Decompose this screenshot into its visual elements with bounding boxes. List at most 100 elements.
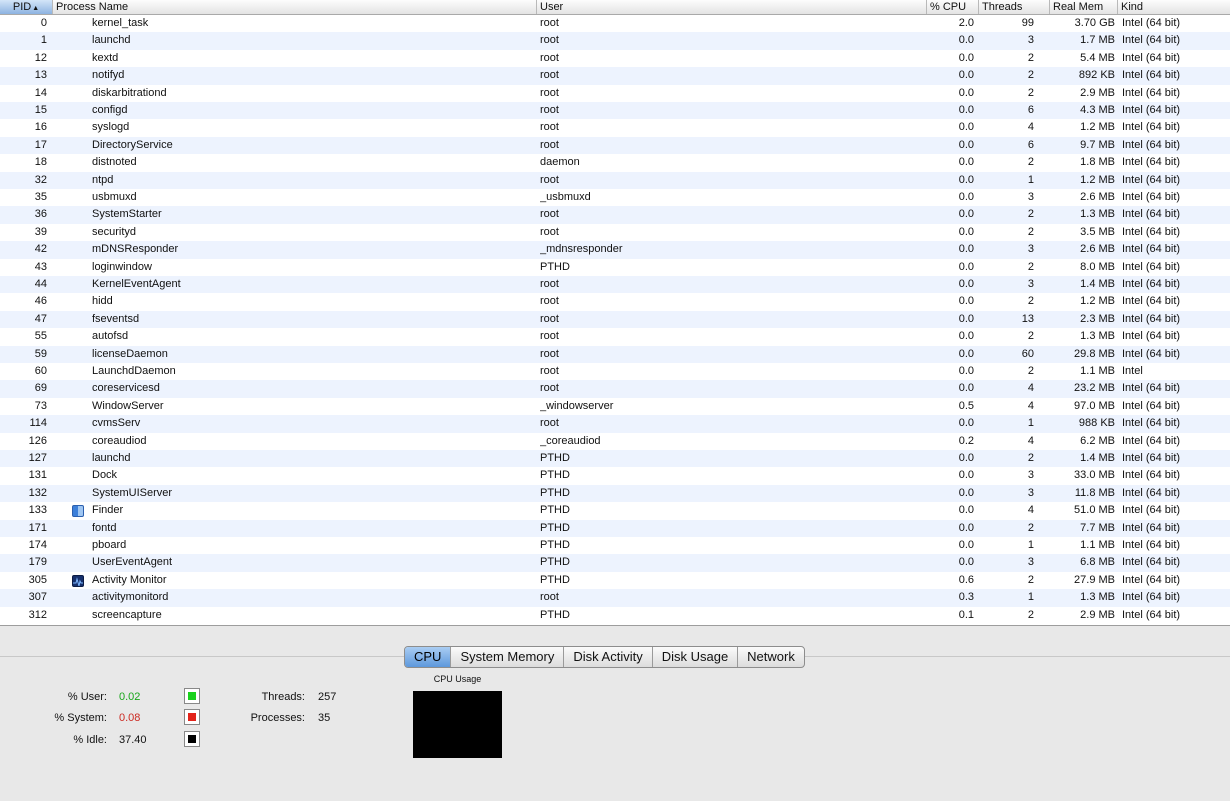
table-row[interactable]: 39 securityd root 0.0 2 3.5 MB Intel (64 bit) <box>0 224 1230 241</box>
cell-threads: 2 <box>1027 330 1034 343</box>
cell-pid: 39 <box>34 225 47 238</box>
tab-cpu[interactable]: CPU <box>405 647 452 667</box>
table-row[interactable]: 44 KernelEventAgent root 0.0 3 1.4 MB Intel (6… <box>0 276 1230 294</box>
cell-pid: 44 <box>34 278 47 290</box>
tab-network[interactable]: Network <box>738 647 804 667</box>
cell-cpu: 0.0 <box>958 539 974 551</box>
table-row[interactable]: 43 loginwindow PTHD 0.0 2 8.0 MB Intel (64 bit… <box>0 259 1230 276</box>
cell-real-mem: 2.6 MB <box>1080 243 1115 256</box>
cell-real-mem: 33.0 MB <box>1074 469 1115 482</box>
cell-kind: Intel (64 bit) <box>1122 608 1181 621</box>
cell-threads: 6 <box>1027 138 1034 151</box>
table-row[interactable]: 127 launchd PTHD 0.0 2 1.4 MB Intel (64 bit) <box>0 450 1230 468</box>
table-row[interactable]: 60 LaunchdDaemon root 0.0 2 1.1 MB Intel <box>0 363 1230 380</box>
table-row[interactable]: 36 SystemStarter root 0.0 2 1.3 MB Intel (64 b… <box>0 206 1230 224</box>
system-value: 0.08 <box>119 712 141 724</box>
cell-threads: 99 <box>1021 17 1034 29</box>
column-header-pid-label: PID <box>12 1 32 13</box>
table-row[interactable]: 17 DirectoryService root 0.0 6 9.7 MB Intel (6… <box>0 136 1230 155</box>
cell-pid: 55 <box>34 330 47 343</box>
table-row[interactable]: 59 licenseDaemon root 0.0 60 29.8 MB Intel (64… <box>0 345 1230 363</box>
cell-pid: 179 <box>28 556 47 569</box>
column-header-real-mem[interactable]: Real Mem <box>1050 0 1118 14</box>
tab-disk-usage[interactable]: Disk Usage <box>653 647 739 667</box>
cell-real-mem: 8.0 MB <box>1080 260 1115 273</box>
user-color-swatch[interactable] <box>184 688 200 704</box>
table-row[interactable]: 0 kernel_task root 2.0 99 3.70 GB Intel (64 bi… <box>0 15 1230 32</box>
table-row[interactable]: 307 activitymonitord root 0.3 1 1.3 MB Intel (… <box>0 589 1230 607</box>
cell-process-name: screencapture <box>92 608 162 621</box>
cell-process-name: distnoted <box>92 156 137 169</box>
cell-process-name: loginwindow <box>92 260 152 273</box>
table-row[interactable]: 174 pboard PTHD 0.0 1 1.1 MB Intel (64 bit) <box>0 537 1230 554</box>
cell-process-name: hidd <box>92 295 113 308</box>
tab-system-memory[interactable]: System Memory <box>451 647 565 667</box>
cell-kind: Intel (64 bit) <box>1122 591 1181 604</box>
cell-cpu: 2.0 <box>958 17 974 29</box>
table-row[interactable]: 46 hidd root 0.0 2 1.2 MB Intel (64 bit) <box>0 293 1230 310</box>
table-row[interactable]: 16 syslogd root 0.0 4 1.2 MB Intel (64 bit) <box>0 119 1230 136</box>
table-row[interactable]: 312 screencapture PTHD 0.1 2 2.9 MB Intel (64 … <box>0 607 1230 624</box>
system-label: % System: <box>54 712 107 724</box>
column-header-user[interactable]: User <box>537 0 927 14</box>
cell-user: PTHD <box>540 539 570 551</box>
table-row[interactable]: 133 Finder PTHD 0.0 4 51.0 MB Intel (64 bit) <box>0 502 1230 519</box>
cell-kind: Intel (64 bit) <box>1122 347 1181 360</box>
cell-kind: Intel (64 bit) <box>1122 225 1181 238</box>
table-row[interactable]: 42 mDNSResponder _mdnsresponder 0.0 3 2.6 MB I… <box>0 241 1230 259</box>
cell-pid: 47 <box>34 312 47 325</box>
activity-monitor-icon-cell <box>70 572 86 589</box>
table-row[interactable]: 114 cvmsServ root 0.0 1 988 KB Intel (64 bit) <box>0 415 1230 433</box>
cell-real-mem: 1.2 MB <box>1080 173 1115 186</box>
cell-threads: 1 <box>1027 173 1034 186</box>
column-header-threads[interactable]: Threads <box>979 0 1050 14</box>
cell-process-name: usbmuxd <box>92 191 137 203</box>
cell-process-name: activitymonitord <box>92 591 169 604</box>
cell-kind: Intel (64 bit) <box>1122 278 1181 290</box>
cell-process-name: mDNSResponder <box>92 243 179 256</box>
cell-real-mem: 2.9 MB <box>1080 608 1115 621</box>
table-row[interactable]: 126 coreaudiod _coreaudiod 0.2 4 6.2 MB Intel … <box>0 433 1230 450</box>
table-row[interactable]: 47 fseventsd root 0.0 13 2.3 MB Intel (64 bit) <box>0 310 1230 329</box>
cell-kind: Intel (64 bit) <box>1122 243 1181 256</box>
cell-pid: 127 <box>28 452 47 464</box>
cell-process-name: LaunchdDaemon <box>92 365 176 377</box>
table-row[interactable]: 55 autofsd root 0.0 2 1.3 MB Intel (64 bit) <box>0 328 1230 345</box>
column-header-pid[interactable]: PID▲ <box>0 0 53 14</box>
idle-color-swatch[interactable] <box>184 731 200 747</box>
table-row[interactable]: 69 coreservicesd root 0.0 4 23.2 MB Intel (64 … <box>0 380 1230 398</box>
table-row[interactable]: 179 UserEventAgent PTHD 0.0 3 6.8 MB Intel (64… <box>0 554 1230 572</box>
sort-ascending-icon: ▲ <box>32 5 40 12</box>
cell-pid: 59 <box>34 347 47 360</box>
table-row[interactable]: 132 SystemUIServer PTHD 0.0 3 11.8 MB Intel (6… <box>0 484 1230 503</box>
processes-label: Processes: <box>250 712 305 724</box>
table-row[interactable]: 14 diskarbitrationd root 0.0 2 2.9 MB Intel (6… <box>0 85 1230 102</box>
cell-cpu: 0.0 <box>958 382 974 395</box>
cell-pid: 305 <box>28 573 47 586</box>
column-header-process-name[interactable]: Process Name <box>53 0 537 14</box>
cell-pid: 174 <box>28 539 47 551</box>
cell-kind: Intel (64 bit) <box>1122 556 1181 569</box>
cell-pid: 13 <box>34 69 47 82</box>
table-row[interactable]: 32 ntpd root 0.0 1 1.2 MB Intel (64 bit) <box>0 171 1230 189</box>
system-color-swatch[interactable] <box>184 709 200 725</box>
table-row[interactable]: 171 fontd PTHD 0.0 2 7.7 MB Intel (64 bit) <box>0 519 1230 537</box>
processes-value: 35 <box>318 712 331 724</box>
cell-kind: Intel (64 bit) <box>1122 17 1181 29</box>
table-row[interactable]: 1 launchd root 0.0 3 1.7 MB Intel (64 bit) <box>0 32 1230 50</box>
tab-disk-activity[interactable]: Disk Activity <box>564 647 653 667</box>
cell-real-mem: 1.3 MB <box>1080 208 1115 221</box>
table-row[interactable]: 18 distnoted daemon 0.0 2 1.8 MB Intel (64 bit… <box>0 154 1230 171</box>
table-row[interactable]: 13 notifyd root 0.0 2 892 KB Intel (64 bit) <box>0 67 1230 85</box>
table-row[interactable]: 73 WindowServer _windowserver 0.5 4 97.0 MB In… <box>0 398 1230 415</box>
cell-kind: Intel (64 bit) <box>1122 434 1181 447</box>
table-row[interactable]: 131 Dock PTHD 0.0 3 33.0 MB Intel (64 bit) <box>0 467 1230 484</box>
table-row[interactable]: 15 configd root 0.0 6 4.3 MB Intel (64 bit) <box>0 102 1230 120</box>
cell-kind: Intel (64 bit) <box>1122 208 1181 221</box>
cell-user: root <box>540 295 559 308</box>
table-row[interactable]: 35 usbmuxd _usbmuxd 0.0 3 2.6 MB Intel (64 bit… <box>0 189 1230 206</box>
column-header-kind[interactable]: Kind <box>1118 0 1230 14</box>
table-row[interactable]: 305 Activity Monitor PTHD 0.6 2 27.9 MB Intel … <box>0 572 1230 589</box>
table-row[interactable]: 12 kextd root 0.0 2 5.4 MB Intel (64 bit) <box>0 50 1230 67</box>
column-header-cpu[interactable]: % CPU <box>927 0 979 14</box>
